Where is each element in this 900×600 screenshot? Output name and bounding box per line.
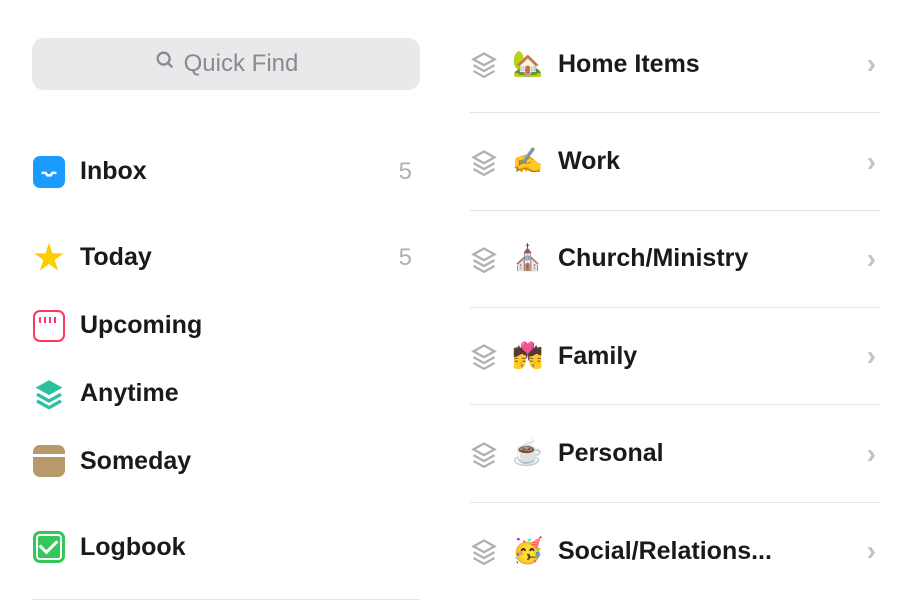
nav-logbook[interactable]: Logbook — [32, 513, 420, 581]
area-emoji: ⛪ — [512, 244, 544, 273]
nav-today[interactable]: ★ Today 5 — [32, 224, 420, 292]
search-icon — [154, 49, 176, 78]
nav-today-count: 5 — [399, 244, 420, 272]
area-label: Work — [558, 147, 853, 176]
area-icon — [470, 537, 498, 565]
chevron-right-icon: › — [867, 48, 880, 80]
area-row-social[interactable]: 🥳 Social/Relations... › — [470, 503, 880, 600]
chevron-right-icon: › — [867, 340, 880, 372]
nav-today-label: Today — [80, 243, 385, 272]
quick-find-placeholder: Quick Find — [184, 50, 299, 78]
area-icon — [470, 245, 498, 273]
nav-anytime[interactable]: Anytime — [32, 359, 420, 427]
nav-upcoming-label: Upcoming — [80, 311, 420, 340]
area-label: Home Items — [558, 50, 853, 79]
area-icon — [470, 440, 498, 468]
star-icon: ★ — [32, 241, 66, 275]
area-row-work[interactable]: ✍️ Work › — [470, 113, 880, 210]
area-emoji: 💏 — [512, 342, 544, 371]
nav-upcoming[interactable]: Upcoming — [32, 292, 420, 360]
logbook-icon — [32, 530, 66, 564]
nav-logbook-label: Logbook — [80, 533, 420, 562]
area-emoji: ✍️ — [512, 147, 544, 176]
area-label: Church/Ministry — [558, 244, 853, 273]
nav-inbox-label: Inbox — [80, 157, 385, 186]
nav-anytime-label: Anytime — [80, 379, 420, 408]
area-row-church-ministry[interactable]: ⛪ Church/Ministry › — [470, 211, 880, 308]
layers-icon — [32, 376, 66, 410]
nav-someday-label: Someday — [80, 447, 420, 476]
chevron-right-icon: › — [867, 438, 880, 470]
nav-inbox-count: 5 — [399, 158, 420, 186]
area-label: Social/Relations... — [558, 537, 853, 566]
area-emoji: 🥳 — [512, 537, 544, 566]
chevron-right-icon: › — [867, 535, 880, 567]
sidebar: Quick Find Inbox 5 ★ Today 5 Upcoming An… — [0, 0, 440, 600]
chevron-right-icon: › — [867, 146, 880, 178]
area-emoji: ☕ — [512, 439, 544, 468]
area-icon — [470, 148, 498, 176]
nav-inbox[interactable]: Inbox 5 — [32, 138, 420, 206]
area-label: Family — [558, 342, 853, 371]
nav-someday[interactable]: Someday — [32, 427, 420, 495]
quick-find-input[interactable]: Quick Find — [32, 38, 420, 90]
area-row-home-items[interactable]: 🏡 Home Items › — [470, 16, 880, 113]
area-emoji: 🏡 — [512, 50, 544, 79]
area-icon — [470, 50, 498, 78]
area-icon — [470, 342, 498, 370]
chevron-right-icon: › — [867, 243, 880, 275]
area-row-family[interactable]: 💏 Family › — [470, 308, 880, 405]
area-label: Personal — [558, 439, 853, 468]
areas-list: 🏡 Home Items › ✍️ Work › ⛪ Church/Minist… — [440, 0, 900, 600]
inbox-icon — [32, 155, 66, 189]
area-row-personal[interactable]: ☕ Personal › — [470, 405, 880, 502]
archive-icon — [32, 444, 66, 478]
calendar-icon — [32, 309, 66, 343]
